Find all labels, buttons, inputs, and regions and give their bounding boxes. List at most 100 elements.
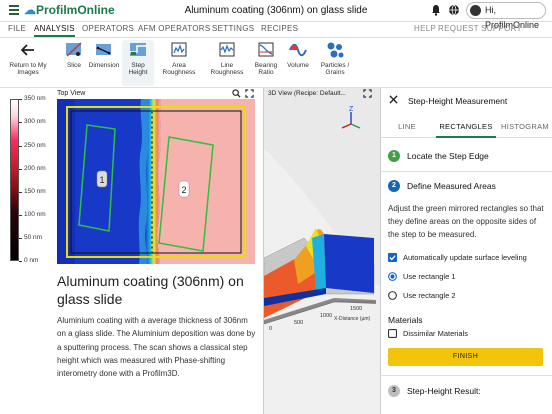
tool-area-roughness-label1: Area [172,62,186,69]
tool-slice[interactable]: Slice [60,40,88,69]
menu-request-support[interactable]: REQUEST SUPPORT [438,22,522,37]
step-3[interactable]: 3 Step-Height Result: [388,385,548,399]
main-menu: FILE ANALYSIS OPERATORS AFM OPERATORS SE… [0,22,552,38]
menu-help[interactable]: HELP [414,22,436,37]
auto-level-label: Automatically update surface leveling [403,253,527,262]
zoom-icon[interactable] [232,89,241,98]
analysis-toolbar: Return to My Images Slice Dimension Step… [0,38,552,88]
divider [380,171,552,172]
materials-heading: Materials [388,315,423,325]
step-3-number: 3 [388,385,400,397]
panel-tabs: LINE RECTANGLES HISTOGRAM [380,116,552,138]
step-1-label: Locate the Step Edge [407,151,489,161]
step-2-label: Define Measured Areas [407,181,496,191]
tab-line[interactable]: LINE [380,116,434,138]
colorbar-label-150: 150 nm [24,188,46,195]
x-tick-1000: 1000 [320,313,332,319]
tool-line-roughness-label1: Line [220,62,234,69]
tool-step-height[interactable]: Step Height [122,40,154,86]
colorbar-label-200: 200 nm [24,165,46,172]
tool-volume[interactable]: Volume [283,40,313,69]
menu-afm-operators[interactable]: AFM OPERATORS [138,22,211,37]
menu-settings[interactable]: SETTINGS [212,22,254,37]
x-tick-1500: 1500 [350,306,362,312]
checkbox-unchecked-icon [388,329,397,338]
colorbar-tick [19,169,22,170]
colorbar-label-250: 250 nm [24,142,46,149]
colorbar-tick [19,238,22,239]
step-2-instructions: Adjust the green mirrored rectangles so … [388,204,544,239]
colorbar-label-300: 300 nm [24,118,46,125]
avatar-icon [470,5,481,16]
return-label-line2: Images [17,69,39,76]
divider [380,375,552,376]
tab-rectangles[interactable]: RECTANGLES [436,116,496,138]
axis-z-label: Z [349,106,354,113]
colorbar-label-100: 100 nm [24,211,46,218]
tool-bearing-ratio[interactable]: Bearing Ratio [250,40,282,76]
step-1-number: 1 [388,150,400,162]
height-colorbar [10,99,19,261]
step-height-icon [130,43,146,56]
panel-title: Step-Height Measurement [408,96,508,106]
dissimilar-materials-checkbox[interactable]: Dissimilar Materials [388,328,548,340]
image-description-title: Aluminum coating (306nm) on glass slide [57,273,244,307]
rect2-label: 2 [181,185,186,195]
x-axis-title: X-Distance (µm) [334,316,371,322]
use-rectangle-2-label: Use rectangle 2 [403,291,456,300]
menu-analysis[interactable]: ANALYSIS [34,22,75,37]
fullscreen-icon[interactable] [245,89,254,98]
language-globe-icon[interactable] [448,4,460,16]
colorbar-label-50: 50 nm [24,234,43,241]
tool-line-roughness[interactable]: Line Roughness [208,40,246,76]
radio-selected-icon [388,272,397,281]
fullscreen-3d-icon[interactable] [363,89,372,98]
return-to-my-images-button[interactable]: Return to My Images [6,40,50,76]
auto-level-checkbox[interactable]: Automatically update surface leveling [388,252,548,264]
user-account-button[interactable]: Hi, ProfilmOnline [466,2,546,30]
menu-recipes[interactable]: RECIPES [261,22,298,37]
tool-dimension[interactable]: Dimension [88,40,120,69]
particles-icon [327,42,344,58]
tool-particles-grains[interactable]: Particles / Grains [316,40,354,76]
colorbar-label-350: 350 nm [24,95,46,102]
step-1[interactable]: 1 Locate the Step Edge [388,150,548,164]
tool-slice-label: Slice [66,62,82,69]
app-header: ☁ProfilmOnline Aluminum coating (306nm) … [0,0,552,30]
colorbar-tick [19,146,22,147]
use-rectangle-1-radio[interactable]: Use rectangle 1 [388,271,548,283]
volume-icon [289,43,307,57]
x-tick-0: 0 [269,326,272,332]
dimension-icon [96,44,111,55]
tool-volume-label: Volume [287,62,309,69]
tab-histogram[interactable]: HISTOGRAM [498,116,552,138]
arrow-left-icon [20,44,34,56]
top-view-title: Top View [57,90,86,97]
tool-particles-label1: Particles / [320,62,350,69]
menu-file[interactable]: FILE [8,22,26,37]
checkbox-checked-icon [388,253,397,262]
tool-dimension-label: Dimension [88,62,120,69]
colorbar-tick [19,215,22,216]
view-3d-panel: Z 0 500 1000 1500 X-Distance (µm) [263,88,380,414]
colorbar-tick [19,261,22,262]
tool-bearing-ratio-label2: Ratio [258,69,274,76]
colorbar-tick [19,192,22,193]
finish-button[interactable]: FINISH [388,348,543,366]
view-3d-canvas[interactable]: Z 0 500 1000 1500 X-Distance (µm) [264,88,380,414]
use-rectangle-2-radio[interactable]: Use rectangle 2 [388,290,548,302]
top-view-surface[interactable]: 1 2 [57,99,255,264]
menu-operators[interactable]: OPERATORS [82,22,134,37]
return-label-line1: Return to My [9,62,47,69]
tool-area-roughness[interactable]: Area Roughness [160,40,198,76]
image-description-text: Aluminium coating with a average thickne… [57,316,256,379]
line-roughness-icon [219,42,235,57]
close-icon[interactable] [389,95,398,104]
step-2[interactable]: 2 Define Measured Areas [388,180,548,194]
colorbar-tick [19,99,22,100]
notifications-bell-icon[interactable] [430,4,442,16]
tool-particles-label2: Grains [325,69,345,76]
tool-step-height-label1: Step [131,62,145,69]
use-rectangle-1-label: Use rectangle 1 [403,272,456,281]
dissimilar-materials-label: Dissimilar Materials [403,329,469,338]
